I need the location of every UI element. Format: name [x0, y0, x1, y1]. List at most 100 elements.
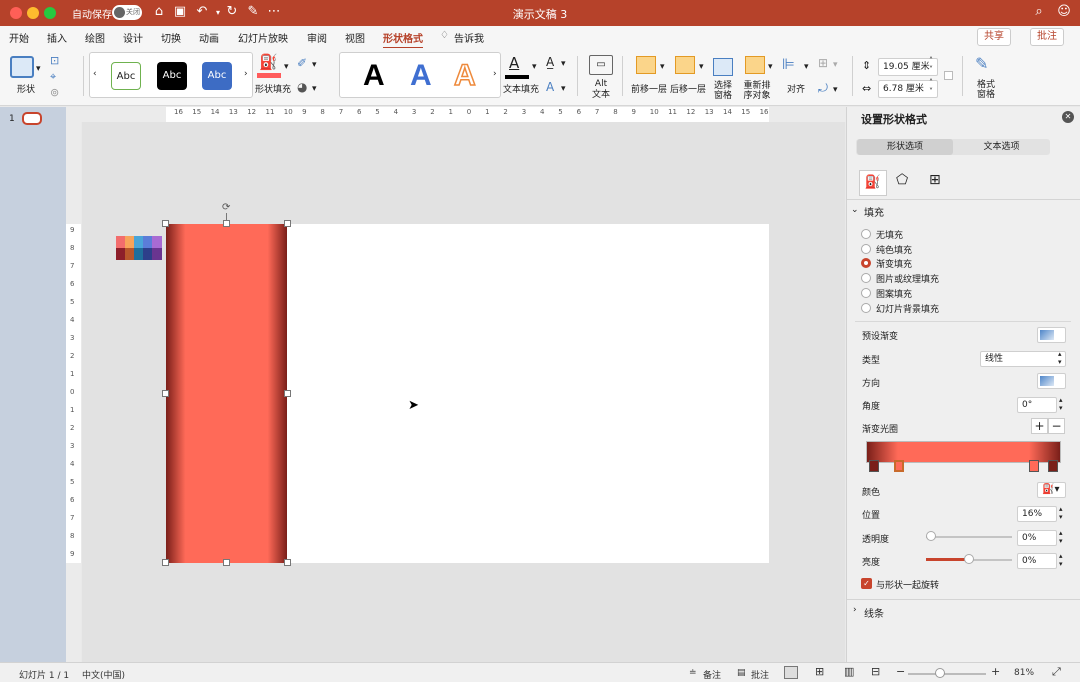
- selection-pane-icon[interactable]: [713, 58, 733, 76]
- text-outline-icon[interactable]: A̲: [546, 55, 554, 69]
- bring-forward-label[interactable]: 前移一层: [631, 82, 667, 95]
- text-box-icon[interactable]: ⊡: [50, 54, 59, 67]
- gradient-stop[interactable]: [1029, 460, 1039, 472]
- tab-insert[interactable]: 插入: [47, 30, 67, 45]
- radio-solid-fill[interactable]: [861, 244, 871, 254]
- edit-shape-icon[interactable]: ⌖: [50, 70, 56, 84]
- normal-view-icon[interactable]: [784, 666, 798, 679]
- width-stepper[interactable]: ˄ ˅: [929, 78, 933, 96]
- format-pane-icon[interactable]: ✎: [975, 54, 988, 73]
- option-background-fill[interactable]: 幻灯片背景填充: [876, 302, 939, 315]
- tab-animations[interactable]: 动画: [199, 30, 219, 45]
- angle-input[interactable]: 0°: [1017, 397, 1057, 413]
- resize-handle[interactable]: [284, 559, 291, 566]
- notes-icon[interactable]: ≐: [689, 668, 697, 678]
- stop-color-picker[interactable]: ⛽▾: [1037, 482, 1066, 498]
- brightness-slider-knob[interactable]: [964, 554, 974, 564]
- resize-handle[interactable]: [162, 559, 169, 566]
- fill-expand-icon[interactable]: ⌄: [851, 205, 859, 215]
- rotate-with-shape-checkbox[interactable]: ✓: [861, 578, 872, 589]
- angle-stepper-icon[interactable]: ▴ ▾: [1059, 396, 1063, 412]
- transparency-stepper-icon[interactable]: ▴ ▾: [1059, 529, 1063, 545]
- shapes-dropdown-icon[interactable]: ▾: [36, 64, 41, 74]
- notes-button[interactable]: 备注: [703, 668, 721, 681]
- gradient-stop-selected[interactable]: [894, 460, 904, 472]
- radio-background-fill[interactable]: [861, 303, 871, 313]
- tab-tell-me[interactable]: 告诉我: [454, 30, 484, 45]
- wordart-right-icon[interactable]: ›: [493, 69, 497, 79]
- slide-sorter-icon[interactable]: ⊞: [815, 665, 824, 678]
- tab-shape-format[interactable]: 形状格式: [383, 30, 423, 49]
- height-stepper[interactable]: ˄ ˅: [929, 56, 933, 74]
- gallery-right-icon[interactable]: ›: [244, 69, 248, 79]
- position-stepper-icon[interactable]: ▴ ▾: [1059, 505, 1063, 521]
- search-icon[interactable]: ⌕: [1031, 4, 1047, 19]
- share-button[interactable]: 共享: [977, 28, 1011, 46]
- option-pattern-fill[interactable]: 图案填充: [876, 287, 912, 300]
- tab-home[interactable]: 开始: [9, 30, 29, 45]
- radio-gradient-fill[interactable]: [861, 258, 871, 268]
- option-solid-fill[interactable]: 纯色填充: [876, 243, 912, 256]
- paint-bucket-icon[interactable]: ⛽: [259, 53, 278, 71]
- text-effects-dropdown-icon[interactable]: ▾: [561, 84, 566, 94]
- add-stop-button[interactable]: +: [1031, 418, 1048, 434]
- shape-style-2[interactable]: Abc: [157, 62, 187, 90]
- close-panel-icon[interactable]: ✕: [1062, 111, 1074, 123]
- position-input[interactable]: 16%: [1017, 506, 1057, 522]
- alt-text-icon[interactable]: ▭: [589, 55, 613, 75]
- wordart-style-1[interactable]: A: [363, 58, 385, 94]
- zoom-slider-knob[interactable]: [935, 668, 945, 678]
- fill-dropdown-icon[interactable]: ▾: [284, 62, 289, 72]
- shape-outline-icon[interactable]: ✐: [297, 56, 307, 70]
- tab-review[interactable]: 审阅: [307, 30, 327, 45]
- bring-forward-dropdown-icon[interactable]: ▾: [660, 62, 665, 72]
- bring-forward-icon[interactable]: [636, 56, 656, 74]
- wordart-style-3[interactable]: A: [453, 58, 476, 94]
- tab-text-options[interactable]: 文本选项: [953, 139, 1050, 155]
- zoom-in-icon[interactable]: +: [991, 665, 1000, 678]
- line-expand-icon[interactable]: ›: [853, 605, 857, 615]
- text-fill-icon[interactable]: A: [509, 54, 519, 72]
- account-icon[interactable]: ☺: [1056, 4, 1072, 19]
- rotate-handle-icon[interactable]: ⟳: [222, 202, 230, 213]
- tab-slideshow[interactable]: 幻灯片放映: [238, 30, 288, 45]
- group-dropdown-icon[interactable]: ▾: [833, 60, 838, 70]
- text-fill-dropdown-icon[interactable]: ▾: [532, 62, 537, 72]
- shape-style-3[interactable]: Abc: [202, 62, 232, 90]
- reorder-label[interactable]: 重新排 序对象: [740, 81, 774, 101]
- rotate-dropdown-icon[interactable]: ▾: [833, 85, 838, 95]
- outline-dropdown-icon[interactable]: ▾: [312, 60, 317, 70]
- gallery-left-icon[interactable]: ‹: [93, 69, 97, 79]
- brightness-stepper-icon[interactable]: ▴ ▾: [1059, 552, 1063, 568]
- gradient-rectangle-shape[interactable]: [166, 224, 287, 563]
- radio-no-fill[interactable]: [861, 229, 871, 239]
- tab-design[interactable]: 设计: [123, 30, 143, 45]
- resize-handle[interactable]: [223, 559, 230, 566]
- merge-shapes-icon[interactable]: ⊚: [50, 86, 59, 99]
- tab-transitions[interactable]: 切换: [161, 30, 181, 45]
- size-properties-icon[interactable]: ⊞: [929, 172, 941, 188]
- send-backward-dropdown-icon[interactable]: ▾: [699, 62, 704, 72]
- align-label[interactable]: 对齐: [785, 82, 807, 95]
- zoom-out-icon[interactable]: −: [896, 665, 905, 678]
- shape-effects-icon[interactable]: ◕: [297, 80, 307, 94]
- direction-picker[interactable]: [1037, 373, 1066, 389]
- send-backward-label[interactable]: 后移一层: [670, 82, 706, 95]
- gradient-stop[interactable]: [1048, 460, 1058, 472]
- preset-gradient-picker[interactable]: [1037, 327, 1066, 343]
- group-icon[interactable]: ⊞: [818, 56, 828, 70]
- rotate-with-shape-label[interactable]: 与形状一起旋转: [876, 578, 939, 591]
- gradient-stop[interactable]: [869, 460, 879, 472]
- wordart-style-2[interactable]: A: [410, 58, 432, 94]
- resize-handle[interactable]: [162, 390, 169, 397]
- align-dropdown-icon[interactable]: ▾: [804, 62, 809, 72]
- format-pane-label[interactable]: 格式 窗格: [972, 80, 1000, 100]
- reorder-dropdown-icon[interactable]: ▾: [768, 62, 773, 72]
- fit-to-window-icon[interactable]: ⤢: [1052, 665, 1061, 679]
- radio-picture-fill[interactable]: [861, 273, 871, 283]
- transparency-input[interactable]: 0%: [1017, 530, 1057, 546]
- reorder-icon[interactable]: [745, 56, 765, 74]
- tab-draw[interactable]: 绘图: [85, 30, 105, 45]
- rotate-icon[interactable]: ⤾: [818, 81, 828, 96]
- gradient-type-select[interactable]: 线性: [980, 351, 1066, 367]
